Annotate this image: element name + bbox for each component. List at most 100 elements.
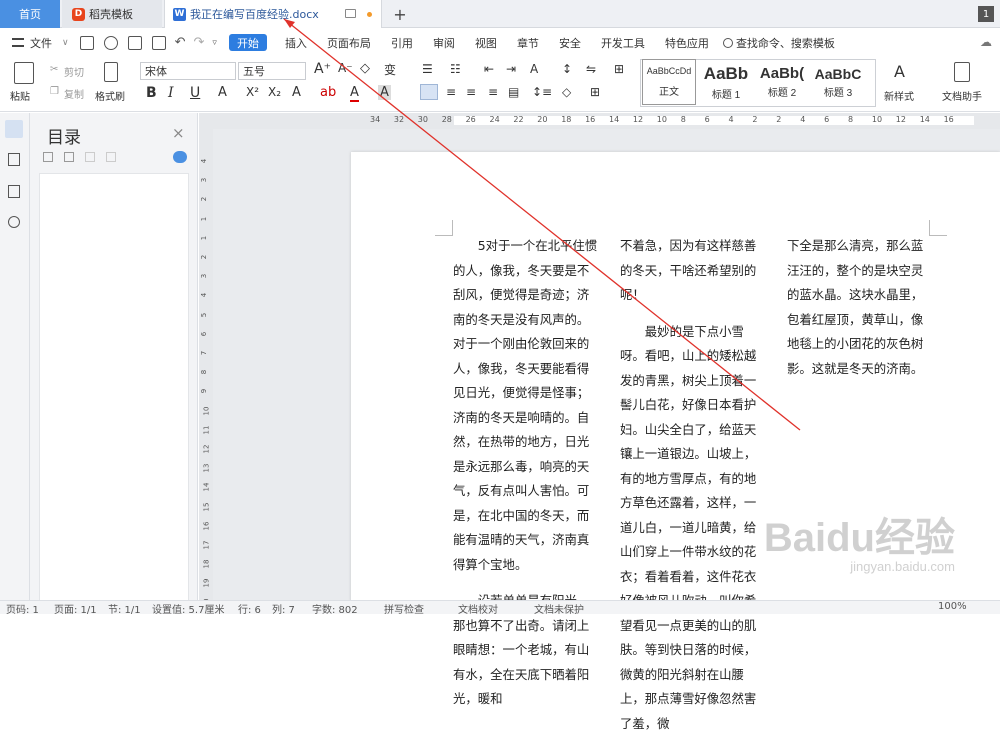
horizontal-ruler[interactable]: 3432302826242220181614121086422468101214…	[199, 113, 1000, 129]
paste-icon[interactable]	[14, 62, 34, 84]
quick-access-more-icon[interactable]: ▿	[212, 38, 217, 48]
menu-item-start[interactable]: 开始	[229, 34, 267, 51]
ruler-tick-label: 6	[200, 332, 208, 336]
menu-item-chapter[interactable]: 章节	[507, 29, 549, 56]
char-shading-icon[interactable]: A	[378, 85, 391, 100]
ruler-tick-label: 22	[513, 115, 523, 124]
line-spacing-icon[interactable]: ↕≡	[532, 85, 552, 99]
menu-item-view[interactable]: 视图	[465, 29, 507, 56]
pinyin-icon[interactable]: 变	[384, 61, 396, 78]
toc-list	[39, 173, 189, 614]
export-icon[interactable]	[104, 36, 118, 50]
menu-item-developer[interactable]: 开发工具	[591, 29, 655, 56]
add-heading-icon[interactable]	[85, 152, 95, 162]
align-center-icon[interactable]: ≡	[446, 85, 456, 99]
navigation-icon-bar	[0, 113, 30, 614]
document-page[interactable]: 5对于一个在北平住惯的人，像我，冬天要是不刮风，便觉得是奇迹；济南的冬天是没有风…	[351, 152, 1000, 602]
subscript-icon[interactable]: X₂	[268, 85, 281, 99]
print-preview-icon[interactable]	[152, 36, 166, 50]
undo-icon[interactable]: ↶	[175, 35, 186, 50]
command-search[interactable]: 查找命令、搜索模板	[736, 35, 835, 51]
align-left-icon[interactable]	[420, 84, 438, 100]
sort-icon[interactable]: ↕	[562, 62, 572, 76]
paste-button[interactable]: 粘贴	[10, 88, 30, 103]
find-icon[interactable]	[8, 216, 20, 228]
font-color-icon[interactable]: A	[350, 85, 359, 102]
bookmark-icon[interactable]	[8, 185, 20, 198]
doc-helper-button[interactable]: 文档助手	[942, 88, 982, 103]
remove-heading-icon[interactable]	[106, 152, 116, 162]
zoom-level[interactable]: 100%	[938, 601, 967, 612]
borders-icon[interactable]: ⊞	[590, 85, 600, 99]
menu-file[interactable]: 文件	[24, 29, 62, 56]
menu-item-review[interactable]: 审阅	[423, 29, 465, 56]
menu-item-security[interactable]: 安全	[549, 29, 591, 56]
shading-icon[interactable]: ◇	[562, 85, 571, 99]
redo-icon[interactable]: ↷	[194, 35, 205, 50]
highlight-icon[interactable]: ab	[320, 85, 336, 100]
font-name-select[interactable]: 宋体	[140, 62, 236, 80]
window-count-badge[interactable]: 1	[978, 6, 994, 22]
distribute-icon[interactable]: ▤	[508, 85, 519, 99]
format-painter-button[interactable]: 格式刷	[95, 88, 125, 103]
ruler-tick-label: 34	[370, 115, 380, 124]
menu-item-references[interactable]: 引用	[381, 29, 423, 56]
cloud-icon[interactable]: ☁	[980, 35, 992, 49]
toc-toggle-icon[interactable]	[173, 151, 187, 163]
hamburger-icon[interactable]	[12, 38, 24, 47]
menu-item-insert[interactable]: 插入	[275, 29, 317, 56]
menu-item-page-layout[interactable]: 页面布局	[317, 29, 381, 56]
superscript-icon[interactable]: X²	[246, 85, 259, 99]
toc-panel-icon[interactable]	[5, 120, 23, 138]
new-style-button[interactable]: 新样式	[884, 88, 914, 103]
show-marks-icon[interactable]: ⇋	[586, 62, 596, 76]
ruler-tick-label: 13	[202, 464, 210, 473]
tab-home[interactable]: 首页	[0, 0, 60, 28]
watermark-main: Baidu经验	[725, 517, 955, 559]
ruler-tick-label: 12	[633, 115, 643, 124]
bold-icon[interactable]: B	[146, 85, 157, 101]
text-effect-icon[interactable]: A	[292, 85, 301, 100]
ruler-tick-label: 6	[705, 115, 710, 124]
decrease-indent-icon[interactable]: ⇤	[484, 62, 494, 76]
collapse-all-icon[interactable]	[43, 152, 53, 162]
watermark: Baidu经验 jingyan.baidu.com	[725, 517, 955, 574]
ruler-tick-label: 17	[202, 541, 210, 550]
pages-panel-icon[interactable]	[8, 153, 20, 166]
vertical-ruler[interactable]: 43211234567891011121314151617181920	[199, 129, 213, 614]
numbered-list-icon[interactable]: ☷	[450, 62, 461, 76]
copy-button[interactable]: 复制	[64, 86, 84, 101]
italic-icon[interactable]: I	[168, 85, 174, 101]
save-icon[interactable]	[80, 36, 94, 50]
menu-item-features[interactable]: 特色应用	[655, 29, 719, 56]
style-heading-3[interactable]: AaBbC 标题 3	[810, 59, 866, 105]
cut-button[interactable]: 剪切	[64, 64, 84, 79]
expand-all-icon[interactable]	[64, 152, 74, 162]
grow-font-icon[interactable]: A⁺	[314, 61, 331, 77]
font-size-select[interactable]: 五号	[238, 62, 306, 80]
chevron-down-icon[interactable]: ∨	[62, 38, 69, 48]
style-heading-1[interactable]: AaBb 标题 1	[698, 59, 754, 105]
screen-icon[interactable]	[345, 9, 356, 18]
align-right-icon[interactable]: ≡	[466, 85, 476, 99]
strikethrough-icon[interactable]: A	[218, 85, 227, 100]
table-icon[interactable]: ⊞	[614, 62, 624, 76]
underline-icon[interactable]: U	[190, 85, 200, 101]
increase-indent-icon[interactable]: ⇥	[506, 62, 516, 76]
ruler-tick-label: 8	[848, 115, 853, 124]
style-normal[interactable]: AaBbCcDd 正文	[642, 59, 696, 105]
close-icon[interactable]: ×	[172, 124, 185, 142]
justify-icon[interactable]: ≡	[488, 85, 498, 99]
ruler-tick-label: 16	[585, 115, 595, 124]
format-painter-icon[interactable]	[104, 62, 118, 82]
text-direction-icon[interactable]: A	[530, 62, 538, 76]
clear-format-icon[interactable]: ◇	[360, 61, 370, 76]
ruler-tick-label: 30	[418, 115, 428, 124]
new-tab-button[interactable]: +	[392, 0, 408, 28]
tab-daoke-templates[interactable]: D 稻壳模板	[62, 0, 162, 28]
style-heading-2[interactable]: AaBb( 标题 2	[754, 59, 810, 105]
tab-document[interactable]: W 我正在编写百度经验.docx	[164, 0, 382, 28]
print-icon[interactable]	[128, 36, 142, 50]
shrink-font-icon[interactable]: A⁻	[338, 61, 353, 75]
bullet-list-icon[interactable]: ☰	[422, 62, 433, 76]
